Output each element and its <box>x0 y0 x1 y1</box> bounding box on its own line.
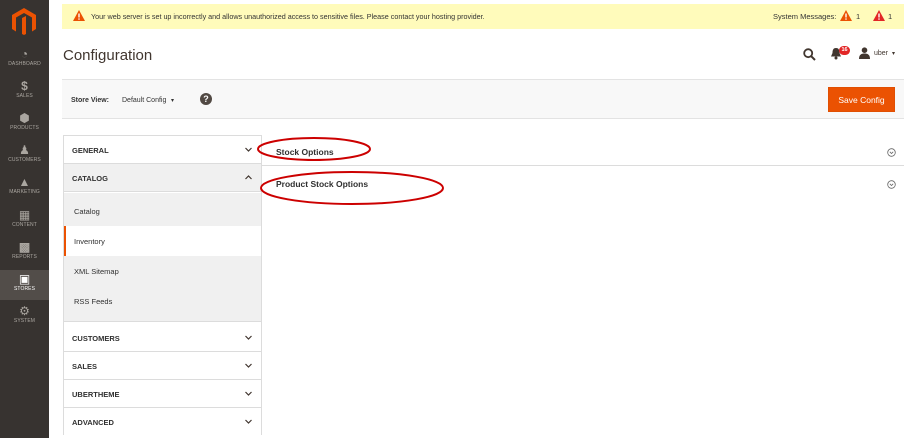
tab-ubertheme[interactable]: UBERTHEME <box>64 380 261 408</box>
notification-badge[interactable]: 16 <box>839 46 850 55</box>
annotation-ellipse <box>260 171 444 205</box>
annotation-ellipse <box>257 137 371 161</box>
system-message-bar: Your web server is set up incorrectly an… <box>62 4 904 29</box>
tab-catalog[interactable]: CATALOG <box>64 164 261 192</box>
catalog-subitems: Catalog Inventory XML Sitemap RSS Feeds <box>64 193 261 322</box>
dollar-icon: $ <box>21 79 28 93</box>
system-message-count: 1 <box>888 12 893 21</box>
chevron-down-icon <box>245 419 252 424</box>
caret-down-icon[interactable]: ▾ <box>892 50 895 57</box>
chevron-down-icon <box>245 147 252 152</box>
page-title: Configuration <box>63 47 153 64</box>
tab-general[interactable]: GENERAL <box>64 136 261 164</box>
config-tabs: GENERAL CATALOG Catalog Inventory XML Si… <box>63 135 262 436</box>
tab-sales[interactable]: SALES <box>64 352 261 380</box>
tab-item-xml-sitemap[interactable]: XML Sitemap <box>64 256 261 286</box>
system-messages-label: System Messages: <box>773 12 837 21</box>
person-icon: ♟ <box>19 143 30 157</box>
chevron-up-icon <box>245 175 252 180</box>
gear-icon: ⚙ <box>19 304 30 318</box>
chevron-down-icon <box>245 363 252 368</box>
warning-icon <box>73 10 85 21</box>
system-message-text[interactable]: Your web server is set up incorrectly an… <box>91 12 485 21</box>
warning-icon[interactable] <box>840 10 852 21</box>
menu-item-system[interactable]: ⚙ SYSTEM <box>0 302 49 332</box>
warning-icon[interactable] <box>873 10 885 21</box>
admin-menu: ◔ DASHBOARD $ SALES ⬢ PRODUCTS ♟ CUSTOME… <box>0 0 49 438</box>
collapse-toggle-icon[interactable] <box>887 148 896 157</box>
chevron-down-icon <box>245 335 252 340</box>
tab-advanced[interactable]: ADVANCED <box>64 408 261 436</box>
tab-item-catalog[interactable]: Catalog <box>64 196 261 226</box>
tab-item-rss-feeds[interactable]: RSS Feeds <box>64 286 261 316</box>
user-name[interactable]: uber <box>874 50 888 57</box>
store-icon: ▣ <box>18 272 31 286</box>
menu-item-stores[interactable]: ▣ STORES <box>0 270 49 300</box>
cube-icon: ⬢ <box>19 111 30 125</box>
menu-item-products[interactable]: ⬢ PRODUCTS <box>0 109 49 139</box>
store-view-label: Store View: <box>71 97 109 104</box>
menu-item-content[interactable]: ▦ CONTENT <box>0 206 49 236</box>
tab-item-inventory[interactable]: Inventory <box>64 226 261 256</box>
menu-item-sales[interactable]: $ SALES <box>0 77 49 107</box>
menu-item-marketing[interactable]: ▲ MARKETING <box>0 173 49 203</box>
user-icon[interactable] <box>859 47 870 59</box>
megaphone-icon: ▲ <box>18 175 31 189</box>
chevron-down-icon <box>245 391 252 396</box>
system-message-count: 1 <box>856 12 861 21</box>
menu-item-reports[interactable]: ▩ REPORTS <box>0 238 49 268</box>
collapse-toggle-icon[interactable] <box>887 180 896 189</box>
save-config-button[interactable]: Save Config <box>828 87 895 112</box>
store-view-toolbar: Store View: Default Config ▾ ? Save Conf… <box>62 79 904 119</box>
search-icon[interactable] <box>803 48 816 61</box>
tab-customers[interactable]: CUSTOMERS <box>64 324 261 352</box>
bar-chart-icon: ▩ <box>18 240 31 254</box>
menu-item-dashboard[interactable]: ◔ DASHBOARD <box>0 45 49 75</box>
layout-icon: ▦ <box>18 208 31 222</box>
caret-down-icon[interactable]: ▾ <box>171 97 174 104</box>
store-view-switcher[interactable]: Default Config <box>122 97 166 104</box>
magento-logo-icon[interactable] <box>11 7 37 35</box>
help-icon[interactable]: ? <box>200 93 212 105</box>
menu-item-customers[interactable]: ♟ CUSTOMERS <box>0 141 49 171</box>
dashboard-icon: ◔ <box>20 47 29 61</box>
